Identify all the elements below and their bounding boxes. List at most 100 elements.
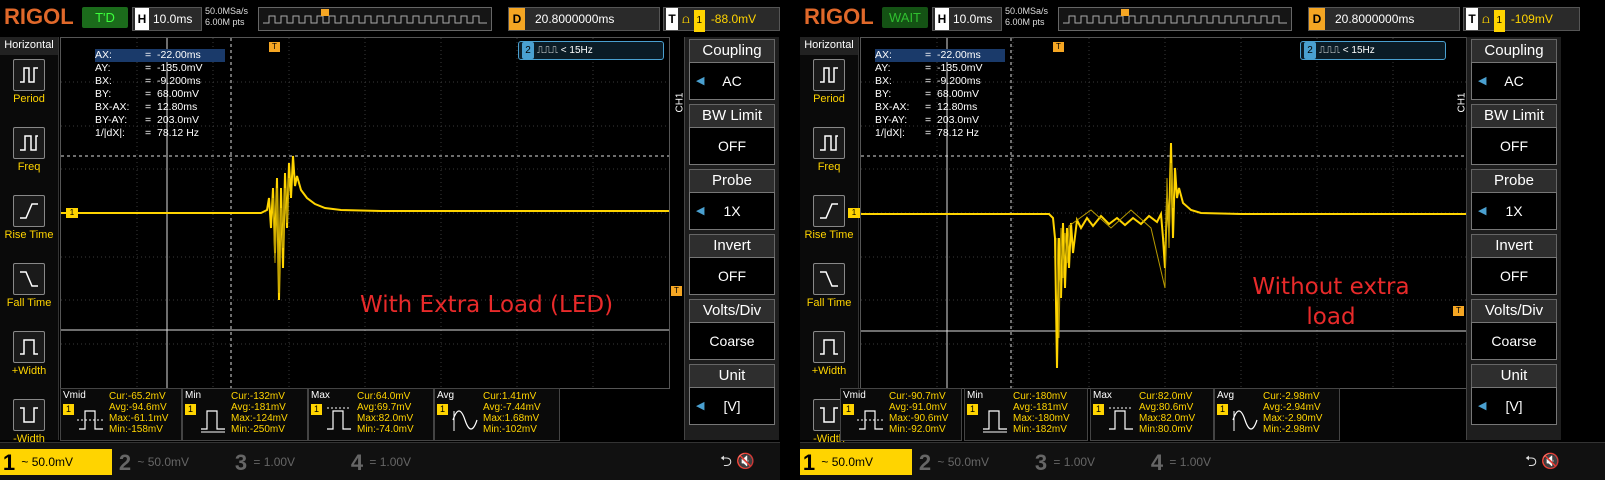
sidebar-item-plus-width[interactable]: +Width — [800, 331, 858, 395]
menu-unit[interactable]: Unit ◀ [V] — [1471, 364, 1557, 426]
sidebar-item-rise-time[interactable]: Rise Time — [800, 195, 858, 259]
measurement-line: Min:-74.0mV — [357, 424, 414, 435]
channel-menu-panel: CH1 Coupling ◀ AC BW Limit OFF Probe ◀ 1X Inv… — [1457, 37, 1561, 440]
sample-info: 50.0MSa/s 6.00M pts — [205, 6, 248, 28]
channel-scale: 50.0mV — [947, 455, 990, 469]
channel-2-tab[interactable]: 2 ~ 50.0mV — [916, 449, 1026, 475]
sidebar-item-fall-time[interactable]: Fall Time — [0, 263, 58, 327]
rise-time-icon — [813, 195, 845, 227]
measurement-channel: 1 — [1093, 404, 1104, 415]
measurement-line: Max:-90.6mV — [889, 413, 949, 424]
cursor-value: 12.80ms — [937, 101, 978, 113]
menu-value: OFF — [718, 268, 746, 284]
channel-number: 4 — [350, 449, 364, 475]
trigger-position-marker[interactable]: T — [1053, 42, 1064, 52]
channel-4-tab[interactable]: 4 = 1.00V — [1148, 449, 1258, 475]
sidebar-title: Horizontal — [0, 37, 58, 55]
trigger-source-indicator[interactable]: 2 ⎍⎍⎍ < 15Hz — [518, 41, 664, 60]
cursor-key: 1/|dX|: — [95, 127, 125, 139]
trigger-level: -88.0mV — [710, 12, 757, 26]
sidebar-item-period[interactable]: Period — [800, 59, 858, 123]
cursor-row: BX: = -9.200ms — [95, 75, 201, 87]
run-status-badge[interactable]: T'D — [82, 7, 128, 28]
trigger-display[interactable]: T ⩍ 1 -109mV — [1463, 7, 1580, 32]
cursor-value: 203.0mV — [157, 114, 200, 126]
sidebar-item-period[interactable]: Period — [0, 59, 58, 123]
average-icon — [1232, 410, 1258, 431]
delay-display[interactable]: D 20.8000000ms — [508, 7, 660, 31]
min-icon — [983, 410, 1007, 433]
cursor-row: AY: = -135.0mV — [95, 62, 203, 74]
ac-coupling-icon: ~ — [821, 455, 829, 469]
measurement-line: Avg:-2.94mV — [1263, 402, 1321, 413]
menu-volts-div[interactable]: Volts/Div Coarse — [689, 299, 775, 361]
sidebar-item-rise-time[interactable]: Rise Time — [0, 195, 58, 259]
selector-arrow-icon: ◀ — [696, 205, 705, 217]
memory-overview-strip[interactable] — [1058, 7, 1292, 31]
frequency-icon — [813, 127, 845, 159]
cursor-row: BY-AY: = 203.0mV — [95, 114, 200, 126]
measurement-line: Max:82.0mV — [1139, 413, 1196, 424]
cursor-row: 1/|dX|: = 78.12 Hz — [95, 127, 200, 139]
horizontal-timebase[interactable]: H 10.0ms — [932, 7, 1002, 31]
trigger-level-marker[interactable]: T — [1453, 306, 1464, 316]
menu-coupling[interactable]: Coupling ◀ AC — [1471, 39, 1557, 101]
memory-overview-strip[interactable] — [258, 7, 492, 31]
delay-display[interactable]: D 20.8000000ms — [1308, 7, 1460, 31]
sidebar-item-fall-time[interactable]: Fall Time — [800, 263, 858, 327]
channel-4-tab[interactable]: 4 = 1.00V — [348, 449, 458, 475]
menu-bw-limit[interactable]: BW Limit OFF — [1471, 104, 1557, 166]
delay-label: D — [509, 8, 525, 30]
sample-info: 50.0MSa/s 6.00M pts — [1005, 6, 1048, 28]
measurement-vmid[interactable]: Vmid 1 Cur:-90.7mV Avg:-91.0mV Max:-90.6mV… — [840, 388, 962, 441]
channel-menu-label: CH1 — [674, 92, 686, 113]
measurement-max[interactable]: Max 1 Cur:82.0mV Avg:80.6mV Max:82.0mV Min:… — [1090, 388, 1214, 441]
channel-1-offset-marker[interactable]: 1 — [66, 208, 78, 218]
sidebar-item-freq[interactable]: Freq — [800, 127, 858, 191]
cursor-row: 1/|dX|: = 78.12 Hz — [875, 127, 980, 139]
channel-3-tab[interactable]: 3 = 1.00V — [1032, 449, 1142, 475]
menu-unit[interactable]: Unit ◀ [V] — [689, 364, 775, 426]
channel-1-offset-marker[interactable]: 1 — [848, 208, 860, 218]
sidebar-item-freq[interactable]: Freq — [0, 127, 58, 191]
top-status-bar: RIGOL WAIT H 10.0ms 50.0MSa/s 6.00M pts D2… — [800, 0, 1605, 36]
measurement-line: Cur:-65.2mV — [109, 391, 166, 402]
measurement-max[interactable]: Max 1 Cur:64.0mV Avg:69.7mV Max:82.0mV Min:… — [308, 388, 434, 441]
menu-invert[interactable]: Invert OFF — [1471, 234, 1557, 296]
cursor-row: BY: = 68.00mV — [95, 88, 200, 100]
menu-bw-limit[interactable]: BW Limit OFF — [689, 104, 775, 166]
trigger-source-indicator[interactable]: 2 ⎍⎍⎍ < 15Hz — [1300, 41, 1446, 60]
menu-value: 1X — [723, 203, 741, 219]
menu-invert[interactable]: Invert OFF — [689, 234, 775, 296]
trigger-display[interactable]: T ⩍ 1 -88.0mV — [663, 7, 780, 32]
menu-coupling[interactable]: Coupling ◀ AC — [689, 39, 775, 101]
delay-value: 20.8000000ms — [1335, 12, 1415, 26]
cursor-value: -9.200ms — [937, 75, 981, 87]
trigger-level-marker[interactable]: T — [671, 286, 682, 296]
menu-value: Coarse — [1491, 333, 1537, 349]
menu-probe[interactable]: Probe ◀ 1X — [1471, 169, 1557, 231]
trigger-position-marker[interactable]: T — [269, 42, 280, 52]
cursor-key: BY-AY: — [875, 114, 908, 126]
memory-depth: 6.00M pts — [205, 17, 245, 27]
horizontal-timebase[interactable]: H 10.0ms — [132, 7, 202, 31]
channel-1-tab[interactable]: 1 ~ 50.0mV — [800, 449, 912, 475]
measurement-min[interactable]: Min 1 Cur:-180mV Avg:-181mV Max:-180mV Min:… — [964, 388, 1088, 441]
channel-status-bar: 1 ~ 50.0mV 2 ~ 50.0mV 3 = 1.00V 4 = 1.00… — [0, 442, 780, 480]
channel-scale: 50.0mV — [147, 455, 190, 469]
measurement-line: Avg:-7.44mV — [483, 402, 541, 413]
sidebar-item-plus-width[interactable]: +Width — [0, 331, 58, 395]
measurement-avg[interactable]: Avg 1 Cur:-2.98mV Avg:-2.94mV Max:-2.90mV M… — [1214, 388, 1340, 441]
menu-volts-div[interactable]: Volts/Div Coarse — [1471, 299, 1557, 361]
measurement-avg[interactable]: Avg 1 Cur:1.41mV Avg:-7.44mV Max:1.68mV Min… — [434, 388, 560, 441]
run-status-badge[interactable]: WAIT — [882, 7, 928, 28]
channel-2-tab[interactable]: 2 ~ 50.0mV — [116, 449, 226, 475]
channel-3-tab[interactable]: 3 = 1.00V — [232, 449, 342, 475]
measurement-min[interactable]: Min 1 Cur:-132mV Avg:-181mV Max:-124mV Min:… — [182, 388, 308, 441]
channel-1-tab[interactable]: 1 ~ 50.0mV — [0, 449, 112, 475]
cursor-value: 68.00mV — [937, 88, 980, 100]
menu-probe[interactable]: Probe ◀ 1X — [689, 169, 775, 231]
measurement-vmid[interactable]: Vmid 1 Cur:-65.2mV Avg:-94.6mV Max:-61.1mV… — [60, 388, 182, 441]
trigger-channel: 1 — [1493, 10, 1505, 32]
rigol-logo: RIGOL — [804, 4, 874, 29]
